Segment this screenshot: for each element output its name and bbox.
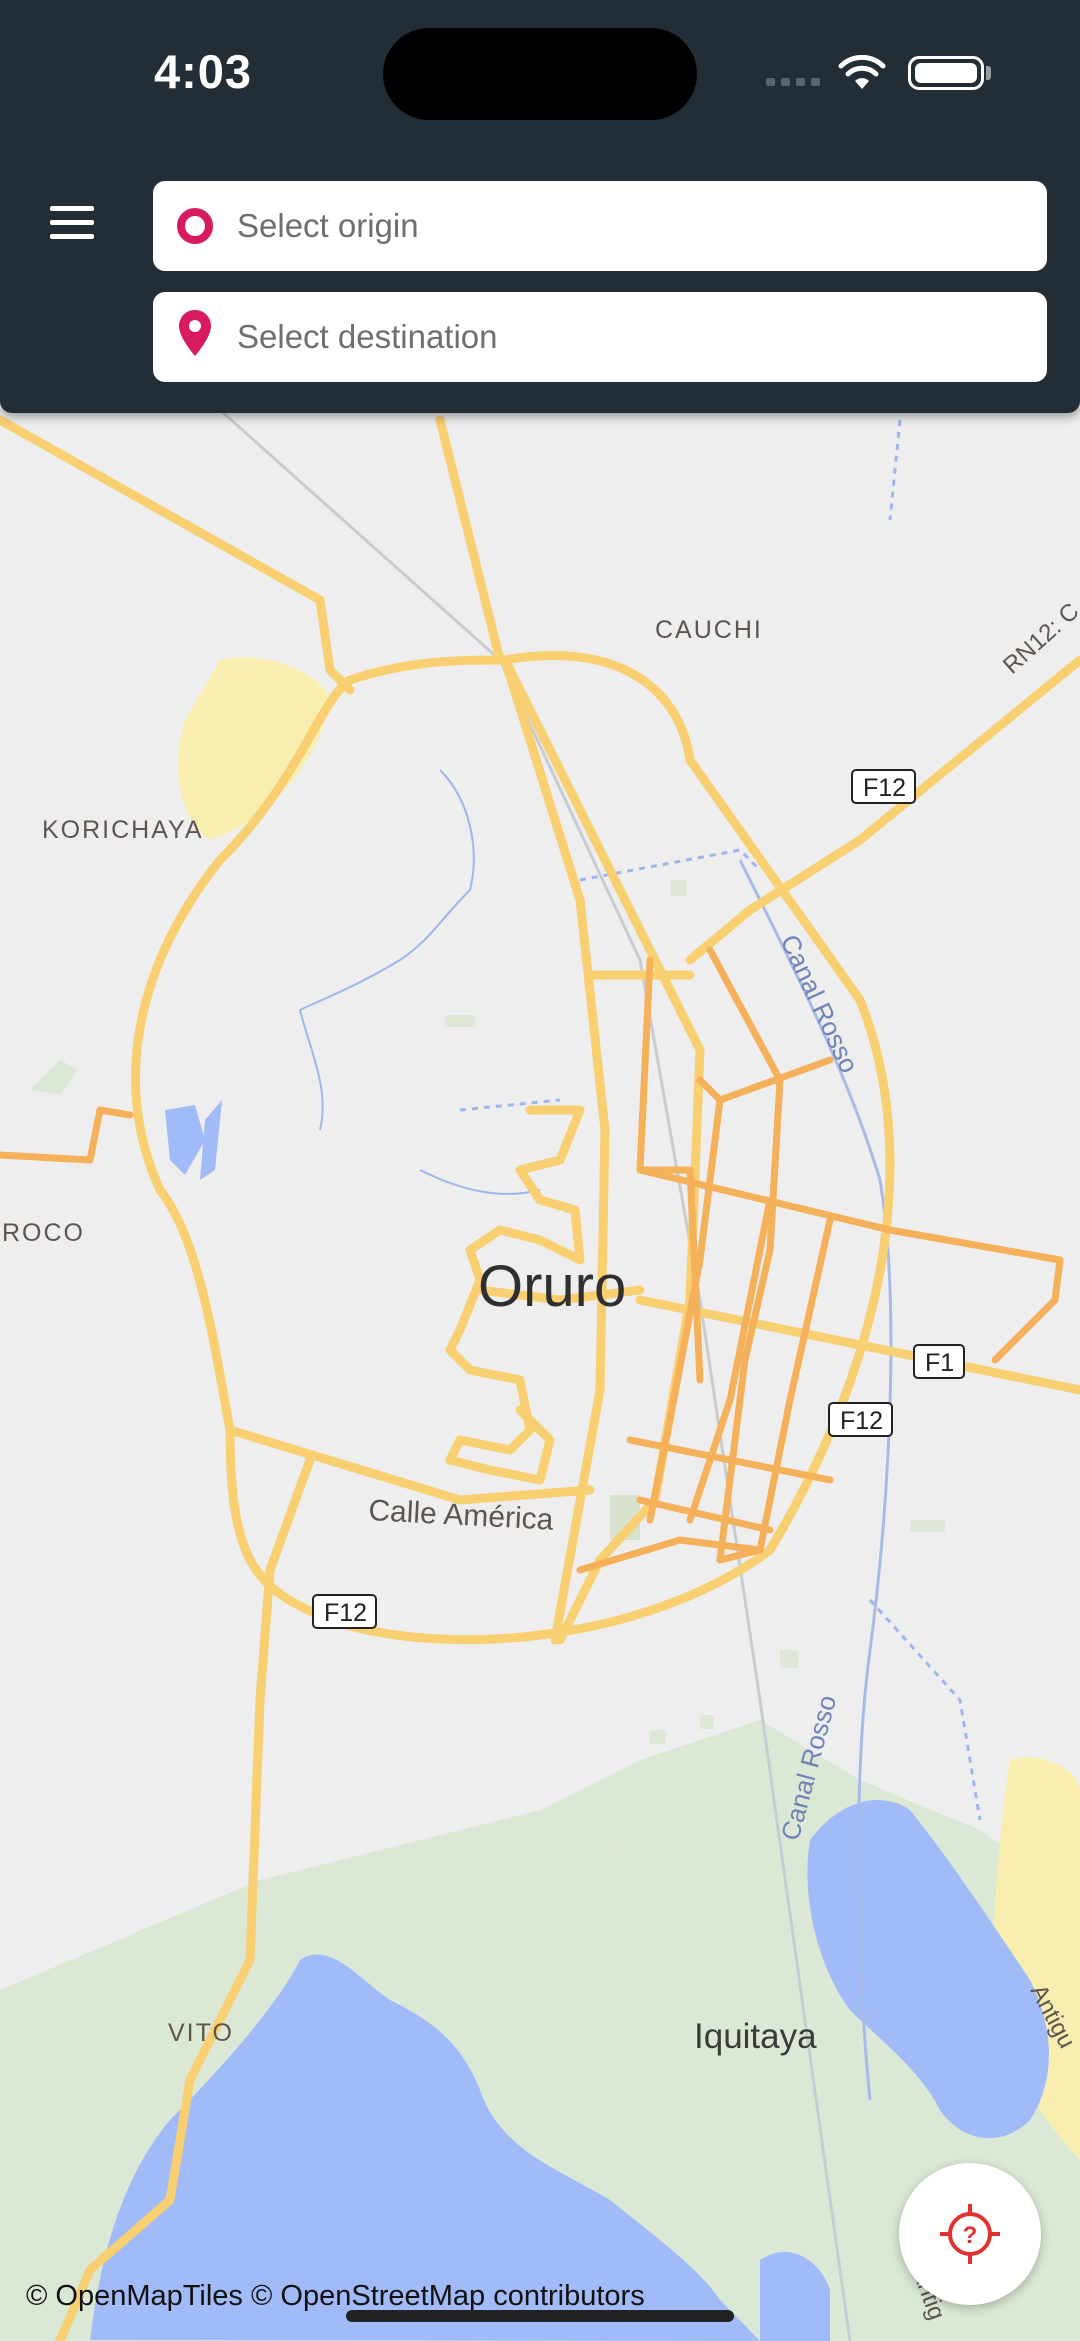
place-label-vito: VITO	[168, 2019, 234, 2047]
map-pin-icon	[179, 310, 211, 356]
road-shield-f12-east: F12	[840, 1407, 883, 1435]
locate-me-button[interactable]: ?	[899, 2163, 1041, 2305]
origin-ring-icon	[177, 208, 213, 244]
place-label-roco: ROCO	[2, 1219, 85, 1247]
map-attribution[interactable]: © OpenMapTiles © OpenStreetMap contribut…	[26, 2280, 645, 2313]
road-shield-f12-north: F12	[863, 774, 906, 802]
place-label-iquitaya: Iquitaya	[694, 2017, 817, 2056]
battery-icon	[908, 56, 984, 90]
road-shield-f1: F1	[925, 1349, 954, 1377]
cellular-signal-icon	[766, 78, 820, 86]
origin-placeholder: Select origin	[237, 207, 419, 244]
dynamic-island	[383, 28, 697, 120]
status-bar-time: 4:03	[154, 45, 253, 98]
place-label-cauchi: CAUCHI	[655, 616, 763, 644]
city-label-oruro: Oruro	[478, 1254, 626, 1319]
wifi-icon	[838, 55, 886, 89]
home-indicator	[346, 2310, 734, 2322]
top-search-panel: 4:03 Select origin Select destination	[0, 0, 1080, 413]
hamburger-menu-button[interactable]	[42, 196, 102, 246]
place-label-korichaya: KORICHAYA	[42, 816, 204, 844]
locate-crosshair-question-icon: ?	[940, 2204, 1000, 2264]
svg-text:?: ?	[963, 2222, 978, 2249]
origin-search-field[interactable]: Select origin	[153, 181, 1047, 271]
destination-placeholder: Select destination	[237, 318, 498, 355]
road-shield-f12-south: F12	[324, 1599, 367, 1627]
destination-search-field[interactable]: Select destination	[153, 292, 1047, 382]
